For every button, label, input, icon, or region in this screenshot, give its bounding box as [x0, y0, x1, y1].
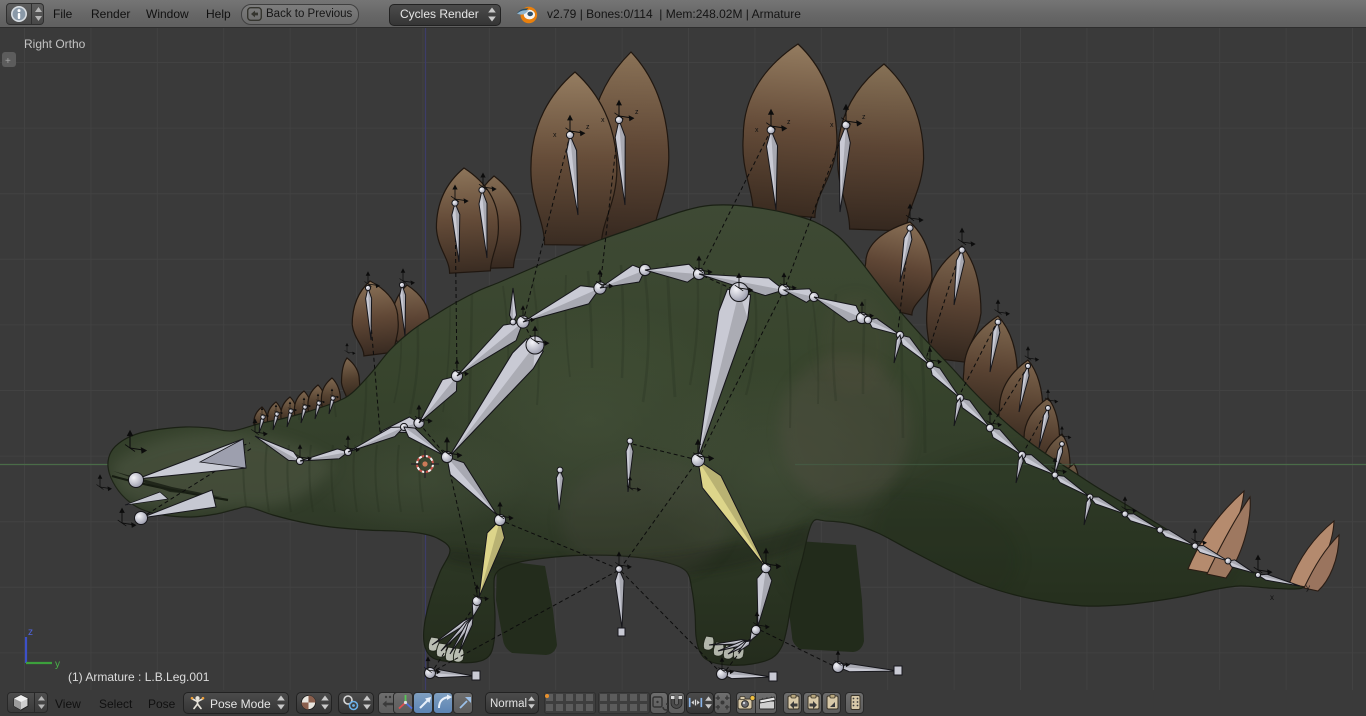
- svg-text:Right Ortho: Right Ortho: [24, 37, 86, 51]
- svg-text:+: +: [5, 56, 11, 67]
- svg-text:x: x: [755, 127, 759, 134]
- svg-text:y: y: [1306, 583, 1310, 592]
- svg-text:x: x: [601, 117, 605, 124]
- svg-text:z: z: [787, 119, 791, 126]
- svg-text:z: z: [862, 114, 866, 121]
- svg-text:(1) Armature : L.B.Leg.001: (1) Armature : L.B.Leg.001: [68, 670, 210, 684]
- svg-text:x: x: [830, 122, 834, 129]
- svg-text:z: z: [28, 627, 33, 638]
- svg-text:x: x: [553, 132, 557, 139]
- svg-text:z: z: [635, 109, 639, 116]
- svg-text:z: z: [586, 124, 590, 131]
- svg-text:y: y: [55, 659, 60, 670]
- svg-text:x: x: [1270, 593, 1274, 602]
